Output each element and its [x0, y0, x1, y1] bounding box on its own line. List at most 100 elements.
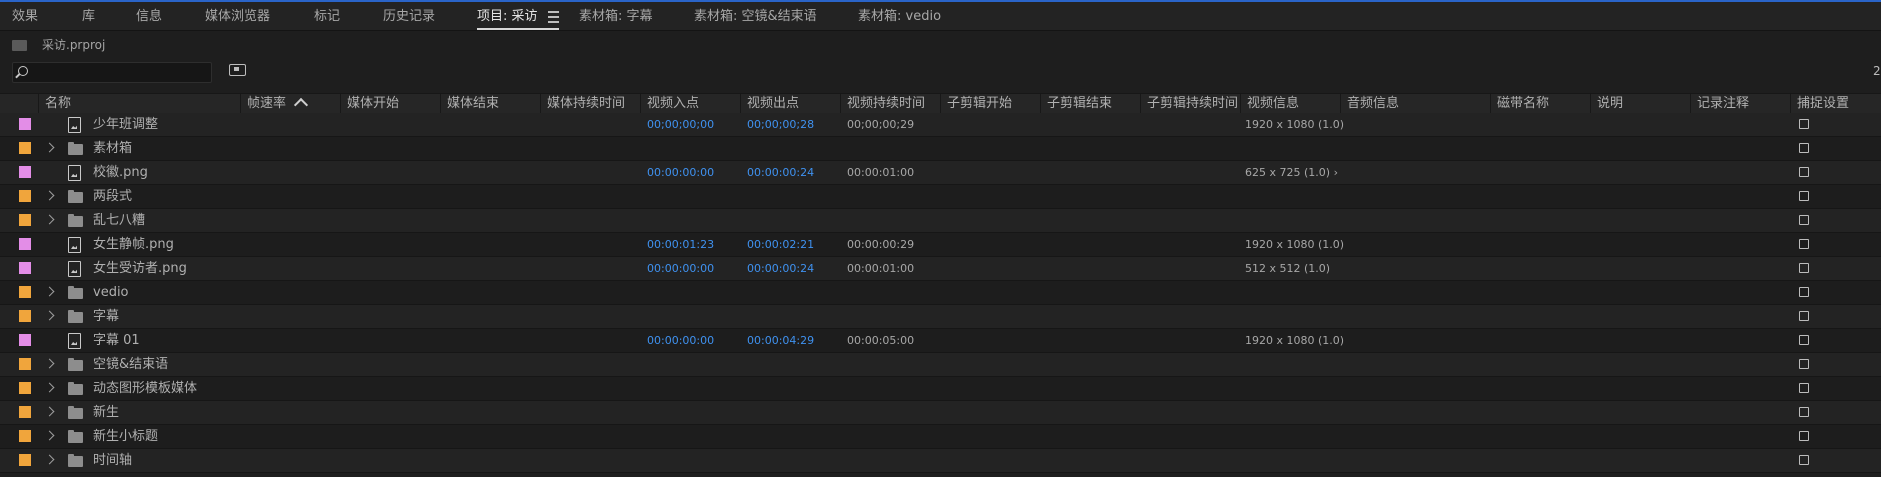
item-name[interactable]: 校徽.png — [93, 161, 148, 184]
col-header-subclip-end[interactable]: 子剪辑结束 — [1040, 94, 1140, 113]
capture-checkbox[interactable] — [1799, 383, 1809, 393]
label-color-swatch[interactable] — [19, 166, 31, 178]
label-color-swatch[interactable] — [19, 118, 31, 130]
item-name[interactable]: 两段式 — [93, 185, 132, 208]
item-name[interactable]: 时间轴 — [93, 449, 132, 472]
video-out-timecode[interactable]: 00:00:00:24 — [747, 257, 814, 280]
video-in-timecode[interactable]: 00:00:01:23 — [647, 233, 714, 256]
expand-chevron-icon[interactable] — [44, 286, 55, 297]
tab-effects[interactable]: 效果 — [12, 6, 38, 28]
capture-checkbox[interactable] — [1799, 239, 1809, 249]
tab-bin-broll-ending[interactable]: 素材箱: 空镜&结束语 — [694, 6, 817, 28]
tab-bin-subtitles[interactable]: 素材箱: 字幕 — [579, 6, 653, 28]
col-header-media-start[interactable]: 媒体开始 — [340, 94, 440, 113]
capture-checkbox[interactable] — [1799, 263, 1809, 273]
col-header-framerate[interactable]: 帧速率 — [240, 94, 340, 113]
col-header-audio-info[interactable]: 音频信息 — [1340, 94, 1490, 113]
item-name[interactable]: 女生受访者.png — [93, 257, 187, 280]
capture-checkbox[interactable] — [1799, 455, 1809, 465]
tab-project[interactable]: 项目: 采访 — [477, 6, 559, 30]
item-name[interactable]: 动态图形模板媒体 — [93, 377, 197, 400]
item-name[interactable]: vedio — [93, 281, 129, 304]
video-out-timecode[interactable]: 00:00:02:21 — [747, 233, 814, 256]
expand-chevron-icon[interactable] — [44, 142, 55, 153]
tab-bin-vedio[interactable]: 素材箱: vedio — [858, 6, 941, 28]
video-in-timecode[interactable]: 00:00:00:00 — [647, 329, 714, 352]
col-header-tape-name[interactable]: 磁带名称 — [1490, 94, 1590, 113]
bin-row[interactable]: 乱七八糟 — [0, 209, 1881, 233]
bin-row[interactable]: 字幕 — [0, 305, 1881, 329]
expand-chevron-icon[interactable] — [44, 190, 55, 201]
label-color-swatch[interactable] — [19, 406, 31, 418]
capture-checkbox[interactable] — [1799, 287, 1809, 297]
col-header-media-duration[interactable]: 媒体持续时间 — [540, 94, 640, 113]
label-color-swatch[interactable] — [19, 310, 31, 322]
col-header-capture-settings[interactable]: 捕捉设置 — [1790, 94, 1881, 113]
capture-checkbox[interactable] — [1799, 215, 1809, 225]
label-color-swatch[interactable] — [19, 334, 31, 346]
item-name[interactable]: 字幕 01 — [93, 329, 140, 352]
bin-row[interactable]: 空镜&结束语 — [0, 353, 1881, 377]
video-in-timecode[interactable]: 00:00:00:00 — [647, 161, 714, 184]
col-header-log-note[interactable]: 记录注释 — [1690, 94, 1790, 113]
panel-menu-icon[interactable] — [547, 10, 559, 23]
label-color-swatch[interactable] — [19, 382, 31, 394]
video-out-timecode[interactable]: 00:00:04:29 — [747, 329, 814, 352]
new-search-bin-icon[interactable] — [229, 64, 246, 76]
col-header-video-duration[interactable]: 视频持续时间 — [840, 94, 940, 113]
expand-chevron-icon[interactable] — [44, 382, 55, 393]
bin-row[interactable]: 动态图形模板媒体 — [0, 377, 1881, 401]
bin-row[interactable]: vedio — [0, 281, 1881, 305]
search-field[interactable] — [12, 62, 212, 83]
capture-checkbox[interactable] — [1799, 407, 1809, 417]
label-color-swatch[interactable] — [19, 262, 31, 274]
expand-chevron-icon[interactable] — [44, 406, 55, 417]
video-in-timecode[interactable]: 00:00:00:00 — [647, 257, 714, 280]
expand-chevron-icon[interactable] — [44, 358, 55, 369]
item-name[interactable]: 字幕 — [93, 305, 119, 328]
item-name[interactable]: 少年班调整 — [93, 113, 158, 136]
col-header-video-info[interactable]: 视频信息 — [1240, 94, 1340, 113]
item-name[interactable]: 女生静帧.png — [93, 233, 174, 256]
bin-row[interactable]: 时间轴 — [0, 449, 1881, 473]
bin-row[interactable]: 两段式 — [0, 185, 1881, 209]
item-row[interactable]: 女生静帧.png 00:00:01:23 00:00:02:21 00:00:00:2… — [0, 233, 1881, 257]
label-color-swatch[interactable] — [19, 190, 31, 202]
item-name[interactable]: 素材箱 — [93, 137, 132, 160]
col-header-subclip-start[interactable]: 子剪辑开始 — [940, 94, 1040, 113]
col-header-subclip-duration[interactable]: 子剪辑持续时间 — [1140, 94, 1240, 113]
col-header-description[interactable]: 说明 — [1590, 94, 1690, 113]
label-color-swatch[interactable] — [19, 214, 31, 226]
item-row[interactable]: 校徽.png 00:00:00:00 00:00:00:24 00:00:01:00 6… — [0, 161, 1881, 185]
col-header-video-out[interactable]: 视频出点 — [740, 94, 840, 113]
item-name[interactable]: 新生 — [93, 401, 119, 424]
item-row[interactable]: 少年班调整 00;00;00;00 00;00;00;28 00;00;00;29 19… — [0, 113, 1881, 137]
tab-markers[interactable]: 标记 — [314, 6, 340, 28]
expand-chevron-icon[interactable] — [44, 430, 55, 441]
expand-chevron-icon[interactable] — [44, 214, 55, 225]
video-out-timecode[interactable]: 00;00;00;28 — [747, 113, 814, 136]
label-color-swatch[interactable] — [19, 238, 31, 250]
video-out-timecode[interactable]: 00:00:00:24 — [747, 161, 814, 184]
bin-row[interactable]: 新生 — [0, 401, 1881, 425]
item-name[interactable]: 新生小标题 — [93, 425, 158, 448]
item-name[interactable]: 乱七八糟 — [93, 209, 145, 232]
capture-checkbox[interactable] — [1799, 119, 1809, 129]
capture-checkbox[interactable] — [1799, 143, 1809, 153]
capture-checkbox[interactable] — [1799, 359, 1809, 369]
capture-checkbox[interactable] — [1799, 311, 1809, 321]
label-color-swatch[interactable] — [19, 142, 31, 154]
search-input[interactable] — [33, 64, 207, 81]
col-header-name[interactable]: 名称 — [38, 94, 240, 113]
expand-chevron-icon[interactable] — [44, 454, 55, 465]
item-row[interactable]: 女生受访者.png 00:00:00:00 00:00:00:24 00:00:01:… — [0, 257, 1881, 281]
label-color-swatch[interactable] — [19, 358, 31, 370]
item-row[interactable]: 字幕 01 00:00:00:00 00:00:04:29 00:00:05:00 19… — [0, 329, 1881, 353]
capture-checkbox[interactable] — [1799, 335, 1809, 345]
tab-libraries[interactable]: 库 — [82, 6, 95, 28]
capture-checkbox[interactable] — [1799, 191, 1809, 201]
bin-row[interactable]: 素材箱 — [0, 137, 1881, 161]
col-header-video-in[interactable]: 视频入点 — [640, 94, 740, 113]
tab-media-browser[interactable]: 媒体浏览器 — [205, 6, 270, 28]
tab-info[interactable]: 信息 — [136, 6, 162, 28]
